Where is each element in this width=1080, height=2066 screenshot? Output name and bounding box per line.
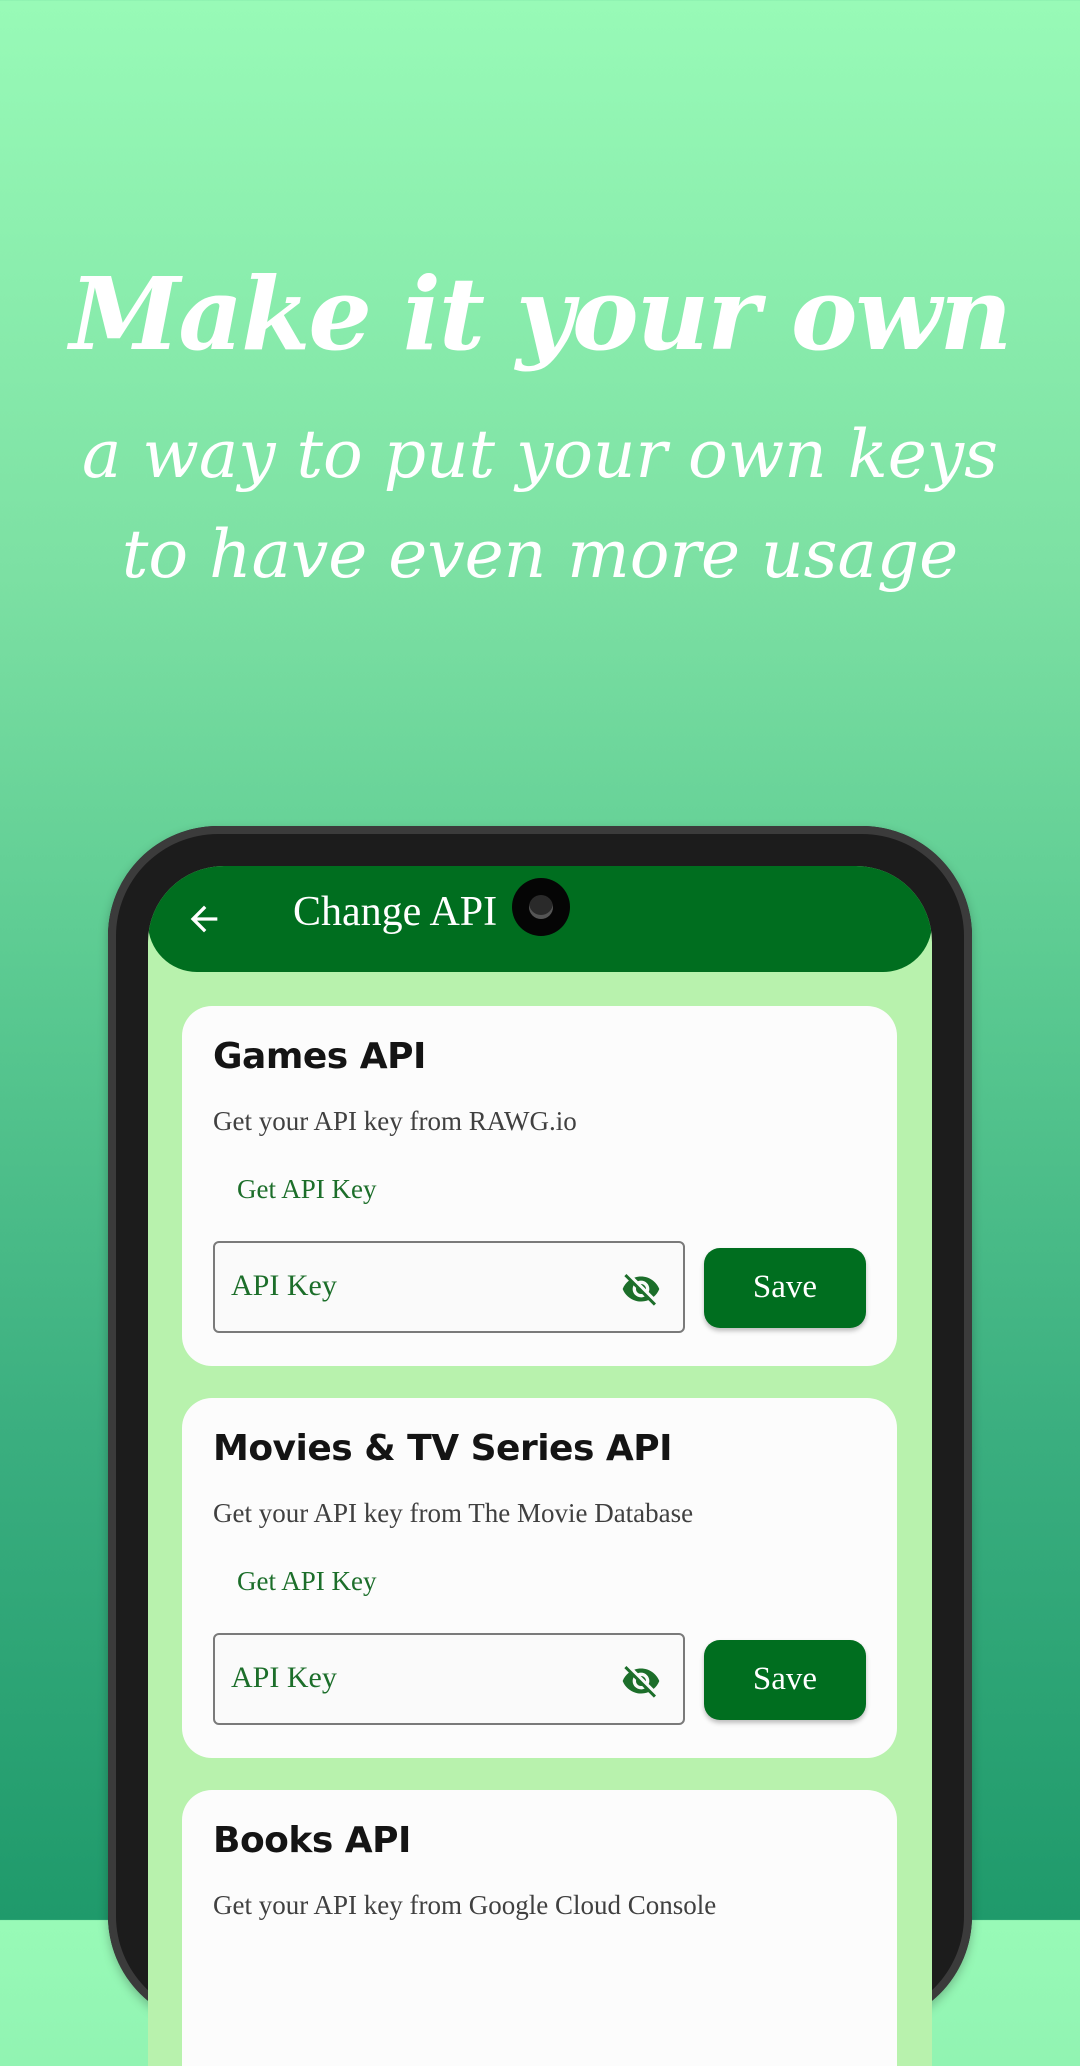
- api-card-movies: Movies & TV Series API Get your API key …: [182, 1398, 897, 1758]
- card-title: Books API: [213, 1820, 411, 1861]
- card-description: Get your API key from Google Cloud Conso…: [213, 1890, 717, 1920]
- camera-cutout: [512, 878, 570, 936]
- card-description: Get your API key from RAWG.io: [213, 1106, 577, 1136]
- visibility-off-icon[interactable]: [619, 1661, 663, 1701]
- get-api-key-link[interactable]: Get API Key: [237, 1174, 376, 1205]
- api-key-input[interactable]: API Key: [213, 1241, 685, 1333]
- phone-screen: Change API Games API Get your API key fr…: [148, 866, 932, 2066]
- page-title: Change API: [293, 889, 498, 935]
- api-card-books: Books API Get your API key from Google C…: [182, 1790, 897, 2066]
- api-key-placeholder: API Key: [231, 1269, 337, 1302]
- save-button[interactable]: Save: [704, 1640, 866, 1720]
- get-api-key-link[interactable]: Get API Key: [237, 1566, 376, 1597]
- card-description: Get your API key from The Movie Database: [213, 1498, 694, 1528]
- arrow-back-icon[interactable]: [184, 899, 224, 939]
- api-key-input[interactable]: API Key: [213, 1633, 685, 1725]
- card-title: Games API: [213, 1036, 426, 1077]
- api-card-games: Games API Get your API key from RAWG.io …: [182, 1006, 897, 1366]
- promo-subline: a way to put your own keys to have even …: [82, 416, 998, 593]
- visibility-off-icon[interactable]: [619, 1269, 663, 1309]
- phone-frame: Change API Games API Get your API key fr…: [108, 826, 972, 2066]
- api-key-placeholder: API Key: [231, 1661, 337, 1694]
- card-title: Movies & TV Series API: [213, 1428, 673, 1469]
- top-app-bar: Change API: [148, 866, 932, 972]
- promo-headline: Make it your own: [69, 255, 1013, 373]
- save-button[interactable]: Save: [704, 1248, 866, 1328]
